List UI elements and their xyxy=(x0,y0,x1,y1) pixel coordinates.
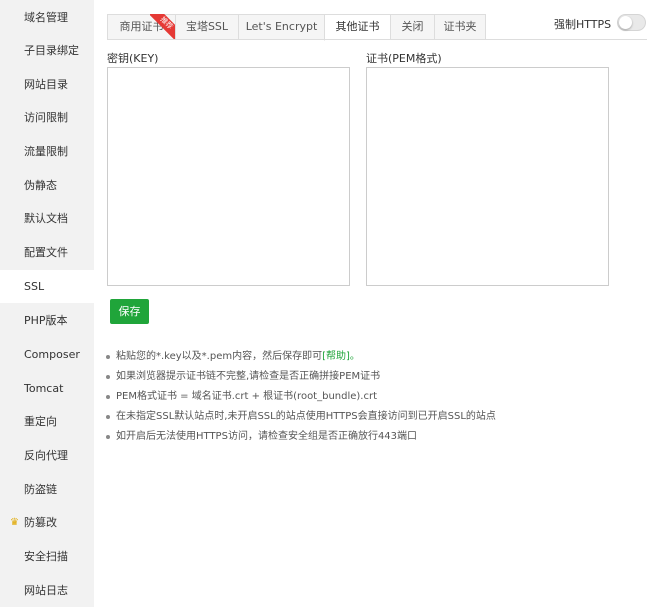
tip-text: PEM格式证书 = 域名证书.crt + 根证书(root_bundle).cr… xyxy=(116,391,378,402)
tab-divider xyxy=(107,39,647,40)
sidebar-item-site-dir[interactable]: 网站目录 xyxy=(0,68,94,101)
sidebar-item-ssl[interactable]: SSL xyxy=(0,270,94,303)
sidebar-item-label: 流量限制 xyxy=(24,145,68,158)
force-https-label: 强制HTTPS xyxy=(554,18,612,31)
tip-text: 如果浏览器提示证书链不完整,请检查是否正确拼接PEM证书 xyxy=(116,371,381,382)
list-item: 如开启后无法使用HTTPS访问，请检查安全组是否正确放行443端口 xyxy=(106,427,496,447)
bullet-icon xyxy=(106,375,110,379)
help-link[interactable]: [帮助]。 xyxy=(322,351,360,362)
list-item: PEM格式证书 = 域名证书.crt + 根证书(root_bundle).cr… xyxy=(106,387,496,407)
crown-icon: ♛ xyxy=(10,517,19,528)
sidebar-item-label: 访问限制 xyxy=(24,111,68,124)
sidebar-item-label: 默认文档 xyxy=(24,212,68,225)
tips-list: 粘贴您的*.key以及*.pem内容，然后保存即可[帮助]。 如果浏览器提示证书… xyxy=(106,347,496,447)
sidebar-item-label: 安全扫描 xyxy=(24,550,68,563)
sidebar-item-php-version[interactable]: PHP版本 xyxy=(0,304,94,337)
badge-label: 推荐 xyxy=(150,14,176,40)
sidebar-item-traffic-limit[interactable]: 流量限制 xyxy=(0,135,94,168)
list-item: 如果浏览器提示证书链不完整,请检查是否正确拼接PEM证书 xyxy=(106,367,496,387)
sidebar-item-subdir[interactable]: 子目录绑定 xyxy=(0,34,94,67)
sidebar-item-access-limit[interactable]: 访问限制 xyxy=(0,101,94,134)
save-button[interactable]: 保存 xyxy=(110,299,149,324)
tab-bt-ssl[interactable]: 宝塔SSL xyxy=(175,14,238,40)
ssl-tab-bar: 商用证书 推荐 宝塔SSL Let's Encrypt 其他证书 关闭 证书夹 xyxy=(107,14,486,41)
sidebar-item-domain[interactable]: 域名管理 xyxy=(0,1,94,34)
sidebar-item-default-doc[interactable]: 默认文档 xyxy=(0,202,94,235)
toggle-knob xyxy=(619,16,632,29)
tab-label: 证书夹 xyxy=(443,20,477,33)
sidebar-item-reverse-proxy[interactable]: 反向代理 xyxy=(0,439,94,472)
sidebar-item-label: 伪静态 xyxy=(24,179,57,192)
sidebar-item-label: 子目录绑定 xyxy=(24,44,79,57)
sidebar-item-label: SSL xyxy=(24,280,45,293)
sidebar-item-label: 重定向 xyxy=(24,415,57,428)
sidebar-item-hotlink[interactable]: 防盗链 xyxy=(0,473,94,506)
cert-textarea[interactable] xyxy=(366,67,609,286)
sidebar-item-label: 反向代理 xyxy=(24,449,68,462)
bullet-icon xyxy=(106,355,110,359)
sidebar-item-tamper-proof[interactable]: ♛ 防篡改 xyxy=(0,506,94,539)
tab-commercial-cert[interactable]: 商用证书 推荐 xyxy=(107,14,176,40)
bullet-icon xyxy=(106,415,110,419)
sidebar-item-label: Composer xyxy=(24,348,80,361)
sidebar-item-composer[interactable]: Composer xyxy=(0,338,94,371)
sidebar-item-security-scan[interactable]: 安全扫描 xyxy=(0,540,94,573)
tab-other-cert[interactable]: 其他证书 xyxy=(324,14,390,41)
tab-lets-encrypt[interactable]: Let's Encrypt xyxy=(238,14,324,40)
sidebar-item-tomcat[interactable]: Tomcat xyxy=(0,372,94,405)
tab-label: 其他证书 xyxy=(335,20,380,33)
sidebar-item-label: 域名管理 xyxy=(24,11,68,24)
sidebar-item-label: Tomcat xyxy=(24,382,64,395)
list-item: 粘贴您的*.key以及*.pem内容，然后保存即可[帮助]。 xyxy=(106,347,496,367)
tab-close[interactable]: 关闭 xyxy=(390,14,434,40)
tip-text: 如开启后无法使用HTTPS访问，请检查安全组是否正确放行443端口 xyxy=(116,431,418,442)
tab-label: 宝塔SSL xyxy=(185,20,229,33)
key-label: 密钥(KEY) xyxy=(107,52,159,65)
sidebar-item-label: 网站目录 xyxy=(24,78,68,91)
sidebar-item-label: 配置文件 xyxy=(24,246,68,259)
cert-label: 证书(PEM格式) xyxy=(366,52,442,65)
tab-label: Let's Encrypt xyxy=(245,20,318,33)
tab-label: 关闭 xyxy=(401,20,424,33)
sidebar-item-label: 网站日志 xyxy=(24,584,68,597)
sidebar-item-label: 防篡改 xyxy=(24,516,57,529)
sidebar-nav: 域名管理 子目录绑定 网站目录 访问限制 流量限制 伪静态 默认文档 配置文件 … xyxy=(0,0,94,607)
key-textarea[interactable] xyxy=(107,67,350,286)
tip-text: 粘贴您的*.key以及*.pem内容，然后保存即可 xyxy=(116,351,323,362)
recommend-badge: 推荐 xyxy=(150,14,176,40)
sidebar-item-label: 防盗链 xyxy=(24,483,57,496)
bullet-icon xyxy=(106,435,110,439)
sidebar-item-rewrite[interactable]: 伪静态 xyxy=(0,169,94,202)
sidebar-item-label: PHP版本 xyxy=(24,314,68,327)
sidebar-item-config-file[interactable]: 配置文件 xyxy=(0,236,94,269)
force-https-toggle[interactable] xyxy=(617,14,646,31)
tip-text: 在未指定SSL默认站点时,未开启SSL的站点使用HTTPS会直接访问到已开启SS… xyxy=(116,411,496,422)
tab-cert-folder[interactable]: 证书夹 xyxy=(434,14,486,40)
bullet-icon xyxy=(106,395,110,399)
sidebar-item-site-log[interactable]: 网站日志 xyxy=(0,574,94,607)
list-item: 在未指定SSL默认站点时,未开启SSL的站点使用HTTPS会直接访问到已开启SS… xyxy=(106,407,496,427)
sidebar-item-redirect[interactable]: 重定向 xyxy=(0,405,94,438)
